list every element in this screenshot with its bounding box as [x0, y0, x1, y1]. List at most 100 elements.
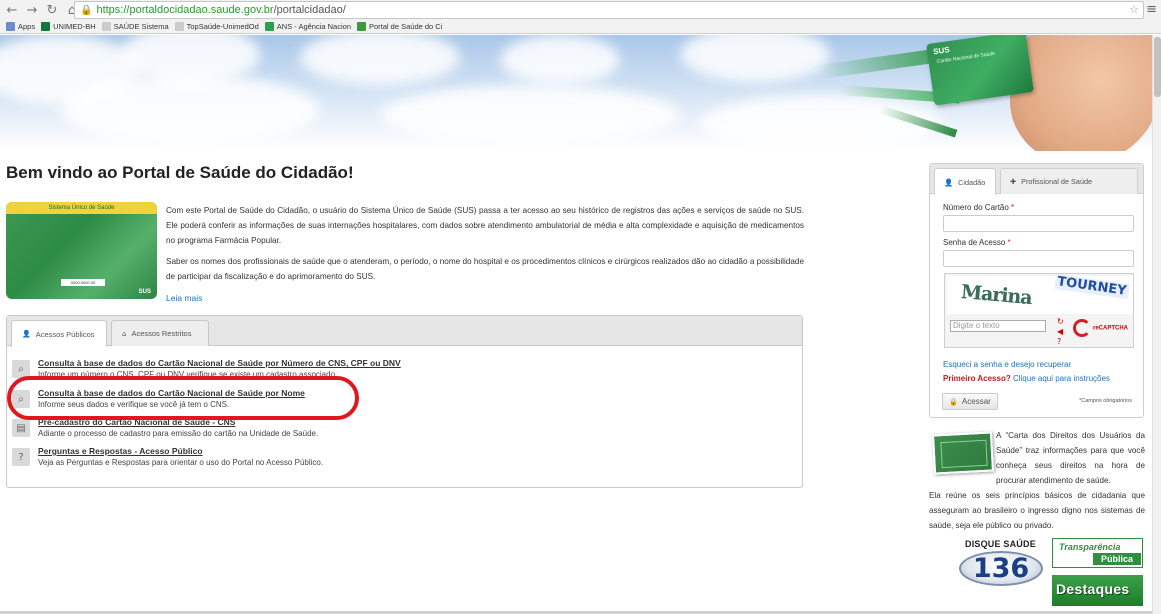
tab-label: Acessos Restritos — [131, 329, 192, 338]
tab-acessos-publicos[interactable]: 👤 Acessos Públicos — [11, 320, 107, 347]
banner: SUS Cartão Nacional de Saúde — [0, 35, 1152, 151]
transparencia-publica-badge[interactable]: Transparência Pública — [1052, 538, 1143, 568]
hand-image — [1010, 35, 1152, 151]
menu-icon[interactable]: ≡ — [1146, 2, 1157, 17]
refresh-icon[interactable]: ↻ — [1057, 317, 1067, 327]
bookmark-item[interactable]: ANS - Agência Nacion — [264, 22, 351, 31]
first-access-link[interactable]: Clique aqui para instruções — [1013, 374, 1110, 383]
required-mark: * — [1011, 203, 1015, 212]
bookmark-icon — [357, 22, 366, 31]
bookmark-item[interactable]: Apps — [6, 22, 35, 31]
bookmark-label: SAÚDE Sistema — [113, 22, 169, 31]
lock-icon: 🔒 — [80, 4, 93, 16]
bookmark-item[interactable]: UNIMED-BH — [41, 22, 96, 31]
required-fields-note: *Campos obrigatórios — [1079, 398, 1132, 404]
recaptcha-logo: reCAPTCHA — [1073, 319, 1128, 337]
item-title[interactable]: Perguntas e Respostas - Acesso Público — [38, 446, 203, 456]
tab-label: Cidadão — [958, 177, 986, 187]
transp-label-1: Transparência — [1059, 542, 1121, 552]
intro-text: Com este Portal de Saúde do Cidadão, o u… — [166, 203, 804, 290]
captcha-word-2: TOURNEY — [1054, 273, 1130, 300]
promo-card-header: Sistema Único de Saúde — [6, 202, 157, 214]
captcha: Marina TOURNEY Digite o texto ↻ ◀ ? reCA… — [944, 273, 1134, 348]
required-mark: * — [1007, 238, 1011, 247]
promo-card-logo: SUS — [138, 289, 151, 295]
sus-card-image: Sistema Único de Saúde 0000 0000 00 SUS — [6, 202, 157, 299]
item-title[interactable]: Consulta à base de dados do Cartão Nacio… — [38, 358, 401, 368]
back-icon[interactable]: ← — [4, 2, 20, 18]
question-icon: ? — [12, 448, 30, 466]
plus-icon: ✚ — [1010, 177, 1017, 186]
login-box: 👤 Cidadão ✚ Profissional de Saúde Número… — [929, 163, 1144, 418]
captcha-image: Marina TOURNEY — [947, 273, 1133, 314]
password-label: Senha de Acesso * — [943, 238, 1011, 247]
url-path: /portalcidadao/ — [273, 4, 346, 16]
help-icon[interactable]: ? — [1057, 337, 1067, 347]
url-host: https://portaldocidadao.saude.gov.br — [96, 4, 274, 16]
browser-toolbar: ← → ↻ ⌂ 🔒 https://portaldocidadao.saude.… — [0, 0, 1161, 20]
destaques-label: Destaques — [1056, 581, 1130, 597]
reload-icon[interactable]: ↻ — [44, 2, 60, 18]
intro-paragraph-2: Saber os nomes dos profissionais de saúd… — [166, 257, 804, 281]
read-more-link[interactable]: Leia mais — [166, 293, 202, 303]
panel-tabs: 👤 Acessos Públicos ⌂ Acessos Restritos — [7, 316, 802, 347]
access-button[interactable]: 🔒 Acessar — [942, 393, 998, 410]
tab-acessos-restritos[interactable]: ⌂ Acessos Restritos — [111, 320, 209, 346]
scrollbar[interactable] — [1152, 35, 1161, 614]
disque-label: DISQUE SAÚDE — [965, 539, 1036, 549]
bookmark-label: Portal de Saúde do Ci — [369, 22, 443, 31]
destaques-badge[interactable]: Destaques — [1052, 575, 1143, 606]
home-icon: ⌂ — [122, 329, 127, 338]
password-input[interactable] — [943, 250, 1134, 267]
recaptcha-logo-text: reCAPTCHA — [1093, 325, 1129, 332]
recaptcha-ring-icon — [1073, 319, 1091, 337]
disque-number: 136 — [959, 551, 1043, 586]
audio-icon[interactable]: ◀ — [1057, 327, 1067, 337]
password-label-text: Senha de Acesso — [943, 238, 1006, 247]
cloud — [500, 35, 620, 85]
bookmark-item[interactable]: TopSaúde-UnimedOd — [174, 22, 259, 31]
forward-icon[interactable]: → — [24, 2, 40, 18]
cloud — [60, 75, 320, 145]
bookmark-icon — [6, 22, 15, 31]
bookmarks-bar: Apps UNIMED-BH SAÚDE Sistema TopSaúde-Unime… — [0, 20, 1161, 34]
card-number-label-text: Número do Cartão — [943, 203, 1009, 212]
bookmark-icon — [264, 22, 274, 31]
scrollbar-thumb[interactable] — [1154, 37, 1161, 97]
item-description: Adiante o processo de cadastro para emis… — [38, 429, 319, 438]
login-tabs: 👤 Cidadão ✚ Profissional de Saúde — [930, 164, 1143, 195]
cloud — [680, 35, 830, 82]
tab-label: Acessos Públicos — [35, 329, 95, 339]
promo-card-number: 0000 0000 00 — [61, 279, 105, 286]
address-bar[interactable]: 🔒 https://portaldocidadao.saude.gov.br /… — [74, 1, 1144, 19]
star-icon[interactable]: ☆ — [1129, 3, 1139, 16]
bookmark-item[interactable]: SAÚDE Sistema — [101, 22, 169, 31]
disque-saude-badge[interactable]: DISQUE SAÚDE 136 — [957, 538, 1045, 588]
lock-icon: 🔒 — [949, 397, 958, 406]
captcha-input[interactable]: Digite o texto — [950, 320, 1046, 332]
bookmark-label: TopSaúde-UnimedOd — [186, 22, 259, 31]
cloud — [700, 95, 940, 151]
forgot-password-link[interactable]: Esqueci a senha e desejo recuperar — [943, 360, 1071, 369]
card-number-input[interactable] — [943, 215, 1134, 232]
access-button-label: Acessar — [961, 397, 991, 406]
bookmark-icon — [41, 22, 51, 31]
page: ← → ↻ ⌂ 🔒 https://portaldocidadao.saude.… — [0, 0, 1161, 614]
bookmark-icon — [174, 22, 184, 31]
intro-paragraph-1: Com este Portal de Saúde do Cidadão, o u… — [166, 206, 804, 245]
captcha-word-1: Marina — [960, 280, 1033, 310]
bookmark-icon — [101, 22, 111, 31]
tab-profissional-saude[interactable]: ✚ Profissional de Saúde — [1000, 168, 1138, 194]
cloud — [300, 35, 460, 85]
carta-text-2: Ela reúne os seis princípios básicos de … — [929, 491, 1145, 530]
first-access: Primeiro Acesso? Clique aqui para instru… — [943, 374, 1110, 383]
bookmark-label: ANS - Agência Nacion — [276, 22, 351, 31]
bookmark-item[interactable]: Portal de Saúde do Ci — [357, 22, 442, 31]
form-icon: ▤ — [12, 419, 30, 437]
first-access-question: Primeiro Acesso? — [943, 374, 1011, 383]
user-icon: 👤 — [22, 330, 31, 338]
tab-label: Profissional de Saúde — [1021, 177, 1093, 186]
transp-label-2: Pública — [1093, 553, 1141, 565]
tab-cidadao[interactable]: 👤 Cidadão — [934, 168, 996, 195]
carta-direitos-image[interactable] — [931, 431, 995, 475]
